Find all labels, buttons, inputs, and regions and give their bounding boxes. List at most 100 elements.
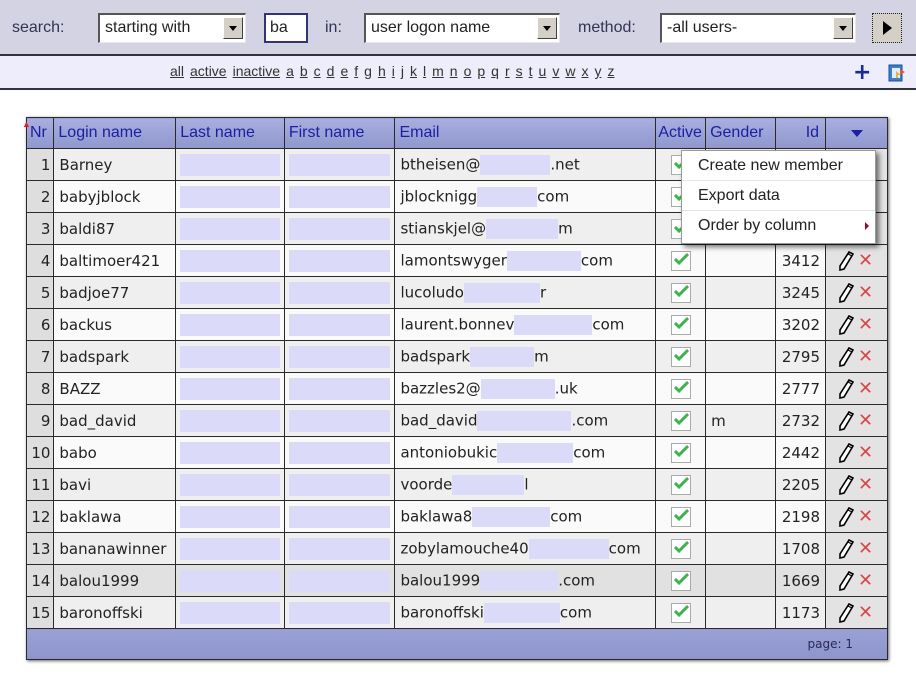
filter-link-f[interactable]: f: [354, 63, 358, 79]
menu-item-export-data[interactable]: Export data: [682, 181, 875, 211]
delete-x-icon[interactable]: ✕: [858, 442, 873, 463]
filter-link-m[interactable]: m: [432, 63, 444, 79]
checkmark-icon[interactable]: [670, 602, 691, 623]
edit-pencil-icon[interactable]: [838, 378, 855, 399]
filter-link-inactive[interactable]: inactive: [233, 63, 280, 79]
method-select[interactable]: -all users-: [660, 13, 856, 43]
column-header-first-name[interactable]: First name: [283, 117, 396, 149]
delete-x-icon[interactable]: ✕: [858, 250, 873, 271]
table-row[interactable]: 15 baronoffski baronoffski com 1173 ✕: [25, 596, 888, 629]
go-button[interactable]: [872, 13, 902, 43]
checkmark-icon[interactable]: [670, 442, 691, 463]
filter-link-r[interactable]: r: [505, 63, 510, 79]
column-header-email[interactable]: Email: [394, 117, 657, 149]
delete-x-icon[interactable]: ✕: [858, 346, 873, 367]
filter-link-i[interactable]: i: [392, 63, 395, 79]
login-name-cell[interactable]: baronoffski: [53, 596, 177, 629]
table-row[interactable]: 13 bananawinner zobylamouche40 com 1708 ✕: [25, 532, 888, 565]
delete-x-icon[interactable]: ✕: [858, 570, 873, 591]
checkmark-icon[interactable]: [670, 570, 691, 591]
login-name-cell[interactable]: badspark: [53, 340, 177, 373]
delete-x-icon[interactable]: ✕: [858, 314, 873, 335]
table-row[interactable]: 4 baltimoer421 lamontswyger com 3412 ✕: [25, 244, 888, 277]
filter-link-a[interactable]: a: [286, 63, 294, 79]
filter-link-g[interactable]: g: [364, 63, 372, 79]
filter-link-n[interactable]: n: [450, 63, 458, 79]
login-name-cell[interactable]: balou1999: [53, 564, 177, 597]
search-field-select[interactable]: user logon name: [364, 13, 560, 43]
column-menu-button[interactable]: [825, 117, 888, 149]
checkmark-icon[interactable]: [670, 346, 691, 367]
login-name-cell[interactable]: baldi87: [53, 212, 177, 245]
checkmark-icon[interactable]: [670, 506, 691, 527]
login-name-cell[interactable]: badjoe77: [53, 276, 177, 309]
column-header-last-name[interactable]: Last name: [175, 117, 285, 149]
filter-link-h[interactable]: h: [378, 63, 386, 79]
table-row[interactable]: 5 badjoe77 lucoludo r 3245 ✕: [25, 276, 888, 309]
edit-pencil-icon[interactable]: [838, 442, 855, 463]
table-row[interactable]: 11 bavi voorde l 2205 ✕: [25, 468, 888, 501]
delete-x-icon[interactable]: ✕: [858, 506, 873, 527]
table-row[interactable]: 14 balou1999 balou1999 .com 1669 ✕: [25, 564, 888, 597]
login-name-cell[interactable]: bananawinner: [53, 532, 177, 565]
filter-link-w[interactable]: w: [565, 63, 575, 79]
filter-link-d[interactable]: d: [327, 63, 335, 79]
edit-pencil-icon[interactable]: [838, 474, 855, 495]
table-row[interactable]: 10 babo antoniobukic com 2442 ✕: [25, 436, 888, 469]
table-row[interactable]: 6 backus laurent.bonnev com 3202 ✕: [25, 308, 888, 341]
table-row[interactable]: 12 baklawa baklawa8 com 2198 ✕: [25, 500, 888, 533]
table-row[interactable]: 9 bad_david bad_david .com m 2732 ✕: [25, 404, 888, 437]
column-header-id[interactable]: Id: [775, 117, 827, 149]
filter-link-k[interactable]: k: [410, 63, 417, 79]
table-row[interactable]: 8 BAZZ bazzles2@ .uk 2777 ✕: [25, 372, 888, 405]
login-name-cell[interactable]: Barney: [53, 148, 177, 181]
chevron-down-icon[interactable]: [537, 17, 557, 39]
filter-link-z[interactable]: z: [607, 63, 614, 79]
checkmark-icon[interactable]: [670, 250, 691, 271]
filter-link-p[interactable]: p: [477, 63, 485, 79]
edit-pencil-icon[interactable]: [838, 346, 855, 367]
filter-link-active[interactable]: active: [190, 63, 227, 79]
checkmark-icon[interactable]: [670, 410, 691, 431]
checkmark-icon[interactable]: [670, 314, 691, 335]
match-mode-select[interactable]: starting with: [98, 13, 246, 43]
checkmark-icon[interactable]: [670, 474, 691, 495]
login-name-cell[interactable]: bavi: [53, 468, 177, 501]
login-name-cell[interactable]: baltimoer421: [53, 244, 177, 277]
table-row[interactable]: 7 badspark badspark m 2795 ✕: [25, 340, 888, 373]
menu-item-create-member[interactable]: Create new member: [682, 151, 875, 181]
search-input[interactable]: ba: [264, 13, 308, 43]
menu-item-order-by-column[interactable]: Order by column: [682, 211, 875, 240]
checkmark-icon[interactable]: [670, 378, 691, 399]
column-header-active[interactable]: Active: [655, 117, 707, 149]
filter-link-q[interactable]: q: [491, 63, 499, 79]
delete-x-icon[interactable]: ✕: [858, 602, 873, 623]
column-header-gender[interactable]: Gender: [705, 117, 777, 149]
edit-pencil-icon[interactable]: [838, 506, 855, 527]
filter-link-x[interactable]: x: [581, 63, 588, 79]
filter-link-t[interactable]: t: [529, 63, 533, 79]
filter-link-j[interactable]: j: [401, 63, 404, 79]
login-name-cell[interactable]: baklawa: [53, 500, 177, 533]
filter-link-u[interactable]: u: [539, 63, 547, 79]
filter-link-b[interactable]: b: [300, 63, 308, 79]
delete-x-icon[interactable]: ✕: [858, 410, 873, 431]
edit-pencil-icon[interactable]: [838, 602, 855, 623]
filter-link-v[interactable]: v: [552, 63, 559, 79]
filter-link-s[interactable]: s: [516, 63, 523, 79]
chevron-down-icon[interactable]: [223, 17, 243, 39]
checkmark-icon[interactable]: [670, 282, 691, 303]
column-header-nr[interactable]: ▲ Nr: [22, 117, 55, 149]
edit-pencil-icon[interactable]: [838, 282, 855, 303]
delete-x-icon[interactable]: ✕: [858, 538, 873, 559]
login-name-cell[interactable]: bad_david: [53, 404, 177, 437]
plus-icon[interactable]: +: [853, 60, 871, 85]
edit-pencil-icon[interactable]: [838, 314, 855, 335]
filter-link-l[interactable]: l: [423, 63, 426, 79]
edit-pencil-icon[interactable]: [838, 410, 855, 431]
checkmark-icon[interactable]: [670, 538, 691, 559]
edit-pencil-icon[interactable]: [838, 538, 855, 559]
login-name-cell[interactable]: babyjblock: [53, 180, 177, 213]
filter-link-all[interactable]: all: [170, 63, 184, 79]
delete-x-icon[interactable]: ✕: [858, 282, 873, 303]
